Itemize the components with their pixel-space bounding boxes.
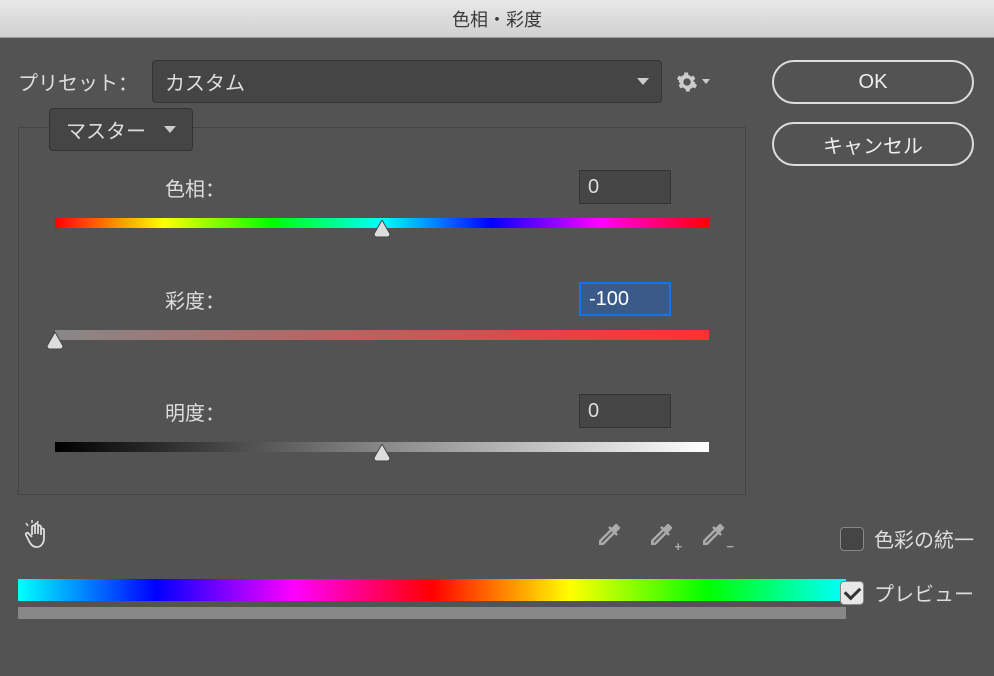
- preview-checkbox-row[interactable]: プレビュー: [840, 578, 974, 607]
- gear-icon: [676, 71, 698, 93]
- lightness-label: 明度：: [55, 397, 355, 426]
- preset-label: プリセット：: [18, 67, 138, 96]
- preset-options-button[interactable]: [676, 65, 710, 99]
- eyedropper-add-tool[interactable]: +: [646, 520, 676, 550]
- saturation-track: [55, 330, 709, 340]
- sliders-group: マスター 色相： 彩度：: [18, 127, 746, 495]
- preview-checkbox[interactable]: [840, 581, 864, 605]
- chevron-down-icon: [164, 126, 176, 133]
- lightness-input[interactable]: [579, 394, 671, 428]
- colorize-label: 色彩の統一: [874, 524, 974, 553]
- saturation-slider[interactable]: [55, 330, 709, 352]
- output-color-bar: [18, 607, 846, 619]
- hue-input[interactable]: [579, 170, 671, 204]
- preset-dropdown[interactable]: カスタム: [152, 60, 662, 103]
- dialog-body: プリセット： カスタム OK キャンセル マスター 色相：: [0, 38, 994, 676]
- colorize-checkbox[interactable]: [840, 527, 864, 551]
- preset-value: カスタム: [165, 67, 245, 96]
- hue-thumb[interactable]: [372, 220, 392, 238]
- dialog-title: 色相・彩度: [0, 0, 994, 38]
- chevron-down-icon: [637, 78, 649, 85]
- saturation-thumb[interactable]: [45, 332, 65, 350]
- saturation-label: 彩度：: [55, 285, 355, 314]
- hue-slider[interactable]: [55, 218, 709, 240]
- preview-label: プレビュー: [874, 578, 974, 607]
- colorize-checkbox-row[interactable]: 色彩の統一: [840, 524, 974, 553]
- eyedropper-subtract-tool[interactable]: −: [698, 520, 728, 550]
- lightness-row: 明度：: [55, 394, 709, 464]
- lightness-thumb[interactable]: [372, 444, 392, 462]
- range-value: マスター: [66, 115, 146, 144]
- color-bars: [18, 579, 846, 619]
- range-dropdown[interactable]: マスター: [49, 108, 193, 151]
- chevron-down-icon: [702, 79, 710, 84]
- cancel-button[interactable]: キャンセル: [772, 122, 974, 166]
- input-color-bar: [18, 579, 846, 601]
- hue-row: 色相：: [55, 170, 709, 240]
- ok-button[interactable]: OK: [772, 60, 974, 104]
- hue-label: 色相：: [55, 173, 355, 202]
- targeted-adjustment-tool[interactable]: [18, 517, 54, 553]
- eyedropper-tool[interactable]: [594, 520, 624, 550]
- saturation-row: 彩度：: [55, 282, 709, 352]
- lightness-slider[interactable]: [55, 442, 709, 464]
- saturation-input[interactable]: [579, 282, 671, 316]
